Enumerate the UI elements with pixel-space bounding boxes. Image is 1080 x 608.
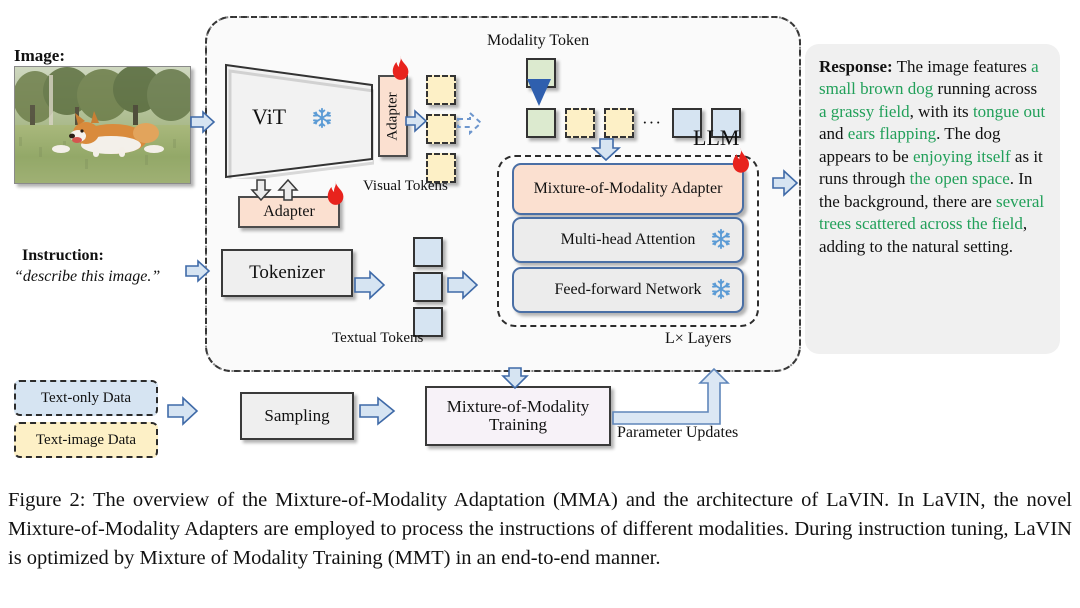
mmt-label: Mixture-of-Modality Training — [446, 397, 590, 434]
response-highlight: tongue out — [972, 101, 1046, 121]
figure-caption: Figure 2: The overview of the Mixture-of… — [8, 489, 1072, 570]
instruction-text: “describe this image.” — [14, 268, 161, 285]
sampling-box: Sampling — [240, 392, 354, 440]
llm-label: LLM — [693, 125, 740, 150]
response-body: The image features a small brown dog run… — [819, 57, 1045, 256]
parameter-updates-label: Parameter Updates — [617, 424, 739, 441]
sequence-token-visual — [565, 108, 595, 138]
vit-adapter-vertical: Adapter — [378, 75, 408, 157]
instruction-label: Instruction: — [22, 247, 104, 264]
adapter-vertical-label: Adapter — [384, 91, 401, 141]
sequence-token-visual — [604, 108, 634, 138]
tokenizer-box: Tokenizer — [221, 249, 353, 297]
visual-token — [426, 75, 456, 105]
llm-row-label: Feed-forward Network — [554, 280, 702, 298]
sampling-label: Sampling — [264, 406, 330, 425]
input-image-thumbnail — [14, 66, 191, 184]
vit-adapter-horizontal: Adapter — [238, 196, 340, 228]
llm-layers-label: L× Layers — [665, 330, 732, 347]
arrow-sampling-to-mmt — [359, 396, 396, 426]
image-label: Image: — [14, 46, 65, 65]
text-image-data-chip: Text-image Data — [14, 422, 158, 458]
mixture-of-modality-training-box: Mixture-of-Modality Training — [425, 386, 611, 446]
response-panel: Response: The image features a small bro… — [805, 44, 1060, 354]
arrow-parameter-updates — [612, 367, 730, 425]
vit-label: ViT — [252, 104, 287, 129]
sequence-ellipsis: ··· — [642, 113, 662, 132]
modality-token-label: Modality Token — [487, 32, 590, 49]
vit-encoder-shape — [224, 63, 376, 183]
text-image-data-label: Text-image Data — [35, 431, 137, 448]
snowflake-icon — [710, 228, 732, 254]
response-highlight: a grassy field — [819, 101, 910, 121]
response-highlight: ears flapping — [847, 124, 937, 144]
textual-token — [413, 272, 443, 302]
llm-row-label: Mixture-of-Modality Adapter — [533, 179, 723, 197]
response-plain: , with its — [909, 101, 973, 121]
llm-row-mixture-of-modality-adapter: Mixture-of-Modality Adapter — [512, 163, 744, 215]
response-plain: The image features — [892, 57, 1032, 76]
sequence-token-modality — [526, 108, 556, 138]
text-only-data-label: Text-only Data — [40, 389, 132, 406]
modality-token-source — [526, 58, 556, 88]
figure-root: Image: Instruction: “describe this image… — [0, 0, 1080, 608]
text-only-data-chip: Text-only Data — [14, 380, 158, 416]
textual-token — [413, 237, 443, 267]
llm-row-label: Multi-head Attention — [560, 230, 696, 248]
response-plain: running across — [933, 79, 1038, 99]
response-plain: and — [819, 124, 848, 144]
textual-tokens-label: Textual Tokens — [332, 330, 424, 346]
response-highlight: the open space — [909, 169, 1010, 189]
response-highlight: enjoying itself — [912, 146, 1011, 166]
arrow-data-to-sampling — [167, 396, 199, 426]
snowflake-icon — [311, 107, 333, 134]
snowflake-icon — [710, 278, 732, 304]
visual-tokens-label: Visual Tokens — [363, 178, 448, 194]
response-prefix: Response: — [819, 57, 893, 76]
llm-row-multi-head-attention: Multi-head Attention — [512, 217, 744, 263]
llm-row-feed-forward-network: Feed-forward Network — [512, 267, 744, 313]
visual-token — [426, 114, 456, 144]
adapter-horizontal-label: Adapter — [263, 203, 315, 220]
tokenizer-label: Tokenizer — [249, 262, 325, 283]
